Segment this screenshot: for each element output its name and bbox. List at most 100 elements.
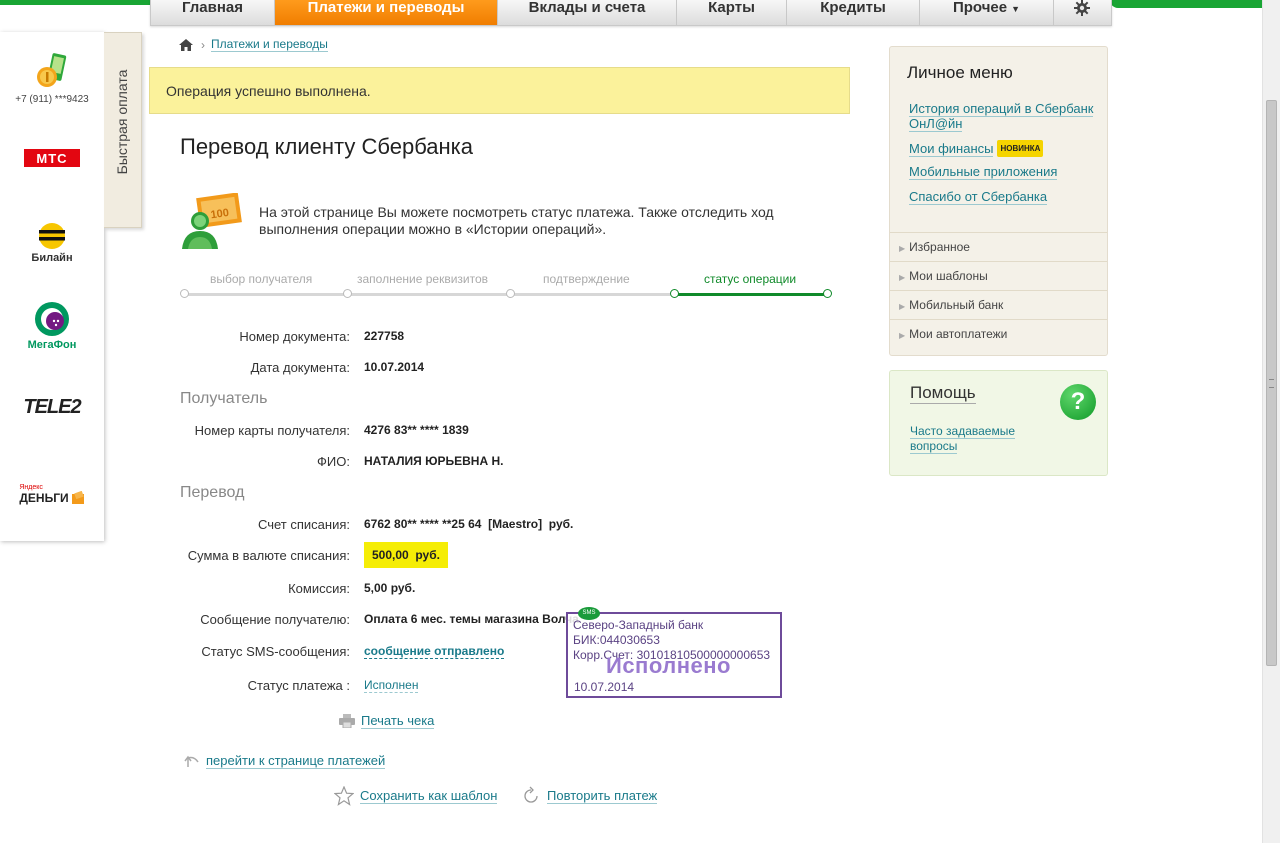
operator-tele2[interactable]: TELE2 [0,396,104,419]
faq-link[interactable]: Часто задаваемые вопросы [910,424,1016,454]
message-label: Сообщение получателю: [200,612,350,627]
operator-megafon[interactable]: МегаФон [0,301,104,351]
progress-track-current [674,293,828,296]
save-template-button[interactable]: Сохранить как шаблон [334,786,498,806]
success-message: Операция успешно выполнена. [149,67,850,114]
amount-value: 500,00 руб. [364,542,448,568]
menu-item-label: Избранное [909,240,970,254]
operator-yandex-money[interactable]: Яндекс ДЕНЬГИ [0,484,104,505]
personal-menu-title: Личное меню [907,63,1013,82]
refresh-icon [524,786,538,803]
chevron-right-icon: ▶ [899,302,906,311]
yandex-wallet-icon [71,491,84,504]
step-status: статус операции [704,272,797,286]
quick-pay-tab[interactable]: Быстрая оплата [104,32,142,228]
yandex-small-label: Яндекс [19,484,43,491]
nav-other[interactable]: Прочее ▼ [920,0,1054,25]
nav-other-label: Прочее [952,0,1008,16]
step-recipient: выбор получателя [210,272,313,286]
save-template-label: Сохранить как шаблон [360,788,498,804]
settings-button[interactable] [1054,0,1110,25]
name-label: ФИО: [317,454,350,469]
breadcrumb-separator: › [201,37,205,52]
doc-date-value: 10.07.2014 [364,360,425,374]
home-icon[interactable] [179,38,193,51]
stamp-word: Исполнено [606,653,731,678]
sms-badge-icon: SMS [578,607,600,620]
payment-status-label: Статус платежа : [247,678,350,693]
step-dot [180,289,189,298]
svg-text:100: 100 [210,207,230,221]
scrollbar-grip [1269,379,1274,388]
sms-status-label: Статус SMS-сообщения: [201,644,350,659]
help-question-icon[interactable]: ? [1060,384,1096,420]
card-value: 4276 83** **** 1839 [364,423,469,437]
progress-steps: выбор получателя заполнение реквизитов п… [180,272,832,302]
finances-link-wrap: Мои финансы НОВИНКА [909,140,1044,157]
menu-item-label: Мобильный банк [909,298,1004,312]
breadcrumb-payments-link[interactable]: Платежи и переводы [211,37,328,52]
help-title[interactable]: Помощь [910,383,976,404]
repeat-payment-button[interactable]: Повторить платеж [521,786,658,806]
transfer-illustration-icon: 100 [182,193,242,249]
megafon-logo-icon [35,302,69,336]
message-value: Оплата 6 мес. темы магазина Волча [364,612,579,626]
name-value: НАТАЛИЯ ЮРЬЕВНА Н. [364,454,504,468]
help-panel: Помощь ? Часто задаваемые вопросы [889,370,1108,476]
beeline-logo-icon [39,223,65,249]
info-text: На этой странице Вы можете посмотреть ст… [259,204,774,237]
phone-coin-icon [37,53,67,87]
yandex-big-label: ДЕНЬГИ [19,491,69,505]
payment-status-link[interactable]: Исполнен [364,678,419,693]
payment-status-value: Исполнен [364,678,419,693]
step-confirm: подтверждение [543,272,630,286]
personal-menu: Личное меню История операций в Сбербанк … [889,46,1108,356]
back-to-payments-link[interactable]: перейти к странице платежей [184,753,386,769]
stamp-bik: БИК:044030653 [573,633,660,647]
sms-status-link[interactable]: сообщение отправлено [364,644,505,659]
back-arrow-icon [184,755,199,767]
yandex-money-logo: Яндекс ДЕНЬГИ [19,484,84,505]
nav-cards[interactable]: Карты [677,0,787,25]
chevron-right-icon: ▶ [899,273,906,282]
step-details: заполнение реквизитов [357,272,489,286]
gear-icon [1074,0,1090,16]
menu-item-favorites[interactable]: ▶ Избранное [890,232,1107,261]
nav-payments[interactable]: Платежи и переводы [275,0,498,25]
megafon-label: МегаФон [27,339,77,351]
transfer-section-title: Перевод [180,484,245,501]
nav-home[interactable]: Главная [151,0,275,25]
history-link-wrap: История операций в Сбербанк ОнЛ@йн [909,101,1099,132]
repeat-payment-label: Повторить платеж [547,788,658,804]
beeline-label: Билайн [31,252,73,264]
nav-deposits[interactable]: Вклады и счета [498,0,677,25]
mobile-apps-link[interactable]: Мобильные приложения [909,164,1058,180]
chevron-right-icon: ▶ [899,331,906,340]
step-dot [823,289,832,298]
stamp-date: 10.07.2014 [574,680,635,694]
sms-status-value: сообщение отправлено [364,644,505,659]
quick-pay-phone[interactable]: +7 (911) ***9423 [0,52,104,105]
step-dot [670,289,679,298]
scrollbar-thumb[interactable] [1266,100,1277,666]
nav-credits[interactable]: Кредиты [787,0,920,25]
amount-label: Сумма в валюте списания: [187,548,350,563]
fee-value: 5,00 руб. [364,581,416,595]
operator-beeline[interactable]: Билайн [0,222,104,264]
page-scrollbar[interactable] [1262,0,1280,843]
spasibo-link-wrap: Спасибо от Сбербанка [909,189,1048,205]
doc-date-label: Дата документа: [250,360,350,375]
step-dot [343,289,352,298]
print-receipt-button[interactable]: Печать чека [339,713,435,729]
operator-mts[interactable]: МТС [0,149,104,167]
page-title: Перевод клиенту Сбербанка [180,134,474,159]
menu-item-mobile-bank[interactable]: ▶ Мобильный банк [890,290,1107,319]
my-finances-link[interactable]: Мои финансы [909,141,994,157]
mts-logo: МТС [24,149,80,167]
history-link[interactable]: История операций в Сбербанк ОнЛ@йн [909,101,1094,132]
spasibo-link[interactable]: Спасибо от Сбербанка [909,189,1048,205]
menu-item-autopayments[interactable]: ▶ Мои автоплатежи [890,319,1107,348]
menu-item-templates[interactable]: ▶ Мои шаблоны [890,261,1107,290]
account-value: 6762 80** **** **25 64 [Maestro] руб. [364,517,574,531]
printer-icon [339,714,355,728]
